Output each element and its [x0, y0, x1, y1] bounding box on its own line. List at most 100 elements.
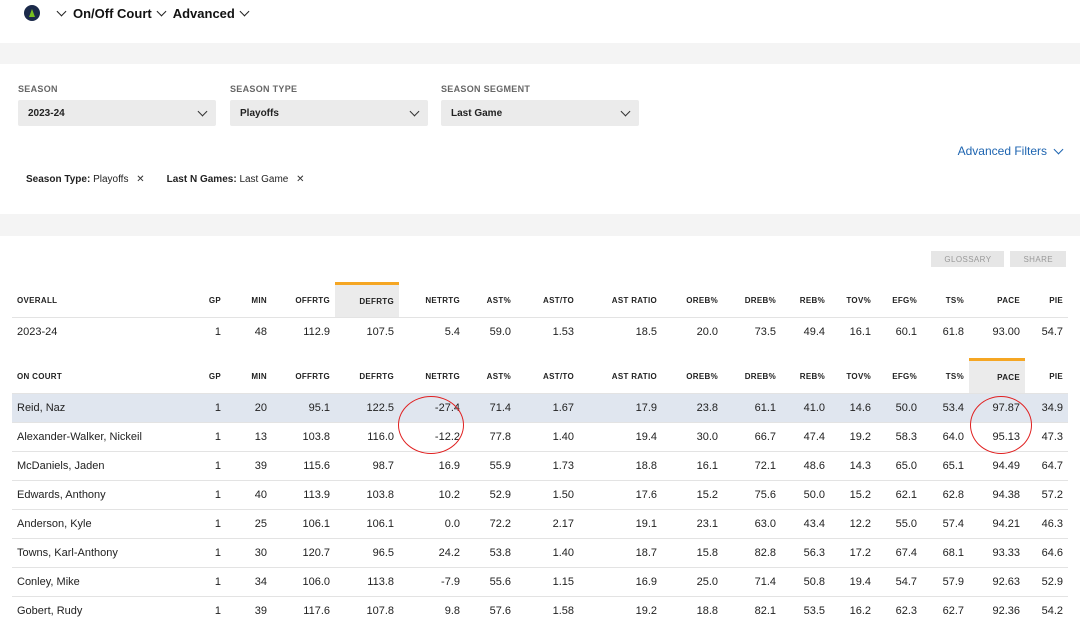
- share-button[interactable]: SHARE: [1010, 251, 1066, 267]
- cell-gp: 1: [194, 567, 226, 597]
- cell-tov: 14.6: [830, 393, 876, 423]
- player-name-link[interactable]: Gobert, Rudy: [12, 596, 194, 626]
- column-header-ts[interactable]: TS%: [922, 360, 969, 394]
- column-header-ts[interactable]: TS%: [922, 284, 969, 318]
- cell-ast-ratio: 19.1: [579, 509, 662, 539]
- advanced-filters-toggle[interactable]: Advanced Filters: [958, 144, 1064, 158]
- column-header-min[interactable]: MIN: [226, 360, 272, 394]
- cell-dreb: 82.8: [723, 538, 781, 568]
- cell-pie: 54.7: [1025, 317, 1068, 347]
- column-header-overall[interactable]: OVERALL: [12, 284, 194, 318]
- column-header-ast[interactable]: AST%: [465, 284, 516, 318]
- cell-pace: 92.36: [969, 596, 1025, 626]
- season-segment-select[interactable]: Last Game: [441, 100, 639, 126]
- cell-oreb: 30.0: [662, 422, 723, 452]
- column-header-efg[interactable]: EFG%: [876, 284, 922, 318]
- cell-ast: 59.0: [465, 317, 516, 347]
- cell-gp: 1: [194, 393, 226, 423]
- player-name-link[interactable]: Alexander-Walker, Nickeil: [12, 422, 194, 452]
- cell-efg: 67.4: [876, 538, 922, 568]
- on-off-chevron-down-icon[interactable]: [156, 6, 167, 17]
- column-header-reb[interactable]: REB%: [781, 284, 830, 318]
- cell-min: 34: [226, 567, 272, 597]
- column-header-pace[interactable]: PACE: [969, 358, 1025, 394]
- cell-ast-ratio: 18.8: [579, 451, 662, 481]
- close-icon[interactable]: ✕: [136, 174, 144, 185]
- column-header-ast-to[interactable]: AST/TO: [516, 284, 579, 318]
- player-name-link[interactable]: Reid, Naz: [12, 393, 194, 423]
- column-header-pie[interactable]: PIE: [1025, 360, 1068, 394]
- column-header-reb[interactable]: REB%: [781, 360, 830, 394]
- column-header-min[interactable]: MIN: [226, 284, 272, 318]
- cell-tov: 15.2: [830, 480, 876, 510]
- column-header-defrtg[interactable]: DEFRTG: [335, 360, 399, 394]
- column-header-ast-ratio[interactable]: AST RATIO: [579, 284, 662, 318]
- cell-pace: 94.21: [969, 509, 1025, 539]
- cell-overall: 2023-24: [12, 317, 194, 347]
- column-header-pace[interactable]: PACE: [969, 284, 1025, 318]
- cell-netrtg: 9.8: [399, 596, 465, 626]
- cell-reb: 50.8: [781, 567, 830, 597]
- player-name-link[interactable]: Conley, Mike: [12, 567, 194, 597]
- cell-dreb: 82.1: [723, 596, 781, 626]
- team-logo-icon[interactable]: [24, 5, 40, 21]
- column-header-gp[interactable]: GP: [194, 360, 226, 394]
- column-header-ast-to[interactable]: AST/TO: [516, 360, 579, 394]
- nav-on-off-court[interactable]: On/Off Court: [73, 6, 152, 21]
- column-header-netrtg[interactable]: NETRTG: [399, 360, 465, 394]
- player-name-link[interactable]: Anderson, Kyle: [12, 509, 194, 539]
- column-header-oreb[interactable]: OREB%: [662, 360, 723, 394]
- table-row: Gobert, Rudy 1 39 117.6 107.8 9.8 57.6 1.58 19.2…: [12, 596, 1068, 626]
- filters-panel: SEASON 2023-24 SEASON TYPE Playoffs SEAS…: [0, 64, 1080, 214]
- cell-gp: 1: [194, 317, 226, 347]
- chip-value: Playoffs: [93, 174, 129, 185]
- cell-defrtg: 107.5: [335, 317, 399, 347]
- cell-ast-ratio: 17.9: [579, 393, 662, 423]
- column-header-dreb[interactable]: DREB%: [723, 360, 781, 394]
- column-header-gp[interactable]: GP: [194, 284, 226, 318]
- column-header-dreb[interactable]: DREB%: [723, 284, 781, 318]
- cell-tov: 16.1: [830, 317, 876, 347]
- cell-efg: 54.7: [876, 567, 922, 597]
- season-type-label: SEASON TYPE: [230, 84, 298, 94]
- cell-reb: 47.4: [781, 422, 830, 452]
- table-row: McDaniels, Jaden 1 39 115.6 98.7 16.9 55.9 1.73…: [12, 451, 1068, 481]
- column-header-oreb[interactable]: OREB%: [662, 284, 723, 318]
- cell-ts: 57.9: [922, 567, 969, 597]
- cell-efg: 62.3: [876, 596, 922, 626]
- season-select[interactable]: 2023-24: [18, 100, 216, 126]
- advanced-chevron-down-icon[interactable]: [239, 6, 250, 17]
- season-select-group: SEASON 2023-24: [18, 84, 216, 126]
- cell-ast-to: 1.50: [516, 480, 579, 510]
- column-header-tov[interactable]: TOV%: [830, 284, 876, 318]
- column-header-ast-ratio[interactable]: AST RATIO: [579, 360, 662, 394]
- cell-pace: 93.00: [969, 317, 1025, 347]
- cell-ast-ratio: 19.2: [579, 596, 662, 626]
- cell-ast-to: 1.73: [516, 451, 579, 481]
- column-header-defrtg[interactable]: DEFRTG: [335, 282, 399, 318]
- player-name-link[interactable]: Towns, Karl-Anthony: [12, 538, 194, 568]
- nav-advanced[interactable]: Advanced: [173, 6, 235, 21]
- chevron-down-icon: [620, 106, 631, 117]
- column-header-pie[interactable]: PIE: [1025, 284, 1068, 318]
- column-header-ast[interactable]: AST%: [465, 360, 516, 394]
- season-type-select[interactable]: Playoffs: [230, 100, 428, 126]
- cell-ts: 64.0: [922, 422, 969, 452]
- cell-efg: 65.0: [876, 451, 922, 481]
- column-header-efg[interactable]: EFG%: [876, 360, 922, 394]
- cell-ast: 71.4: [465, 393, 516, 423]
- column-header-on-court[interactable]: ON COURT: [12, 360, 194, 394]
- glossary-button[interactable]: GLOSSARY: [931, 251, 1005, 267]
- cell-tov: 19.2: [830, 422, 876, 452]
- column-header-tov[interactable]: TOV%: [830, 360, 876, 394]
- column-header-netrtg[interactable]: NETRTG: [399, 284, 465, 318]
- player-name-link[interactable]: McDaniels, Jaden: [12, 451, 194, 481]
- close-icon[interactable]: ✕: [296, 174, 304, 185]
- player-name-link[interactable]: Edwards, Anthony: [12, 480, 194, 510]
- chevron-down-icon: [1053, 144, 1064, 154]
- team-chevron-down-icon[interactable]: [56, 6, 67, 17]
- column-header-offrtg[interactable]: OFFRTG: [272, 284, 335, 318]
- column-header-offrtg[interactable]: OFFRTG: [272, 360, 335, 394]
- cell-offrtg: 106.0: [272, 567, 335, 597]
- cell-gp: 1: [194, 509, 226, 539]
